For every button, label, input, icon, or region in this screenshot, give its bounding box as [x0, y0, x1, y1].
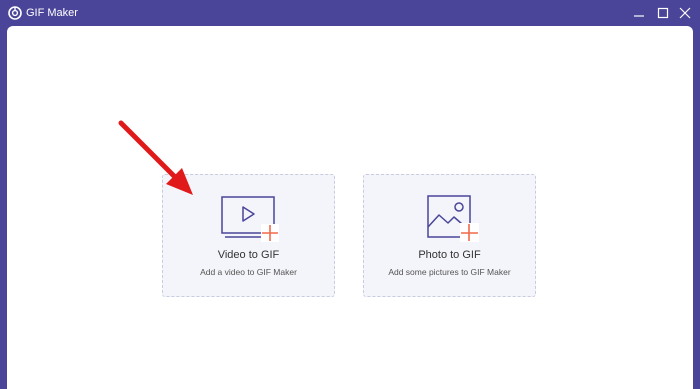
red-arrow-annotation — [118, 120, 193, 195]
